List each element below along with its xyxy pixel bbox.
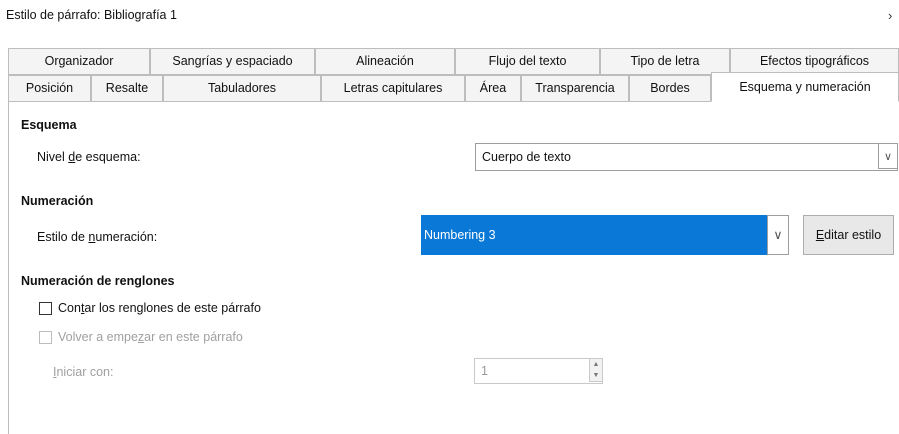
tab-letras-capitulares[interactable]: Letras capitulares [321,75,465,102]
title-bar: Estilo de párrafo: Bibliografía 1 › [0,0,899,36]
tab-esquema-numeracion[interactable]: Esquema y numeración [711,72,899,102]
start-with-label: Iniciar con: [53,365,114,379]
numbering-heading: Numeración [21,194,94,208]
chevron-down-icon[interactable]: ∨ [767,215,789,255]
outline-level-value: Cuerpo de texto [482,150,571,164]
tab-panel: Esquema Nivel de esquema: Cuerpo de text… [8,101,899,434]
outline-level-dropdown[interactable]: Cuerpo de texto ∨ [475,143,898,171]
numbering-style-value: Numbering 3 [424,228,496,242]
tab-bar: Organizador Sangrías y espaciado Alineac… [8,48,899,102]
spin-arrows-icon[interactable]: ▲ ▼ [589,358,603,382]
tab-organizador[interactable]: Organizador [8,48,150,75]
close-icon[interactable]: › [888,8,892,23]
tab-sangrias[interactable]: Sangrías y espaciado [150,48,315,75]
count-lines-checkbox[interactable] [39,302,52,315]
tab-flujo-texto[interactable]: Flujo del texto [455,48,600,75]
spin-down-icon[interactable]: ▼ [590,371,602,381]
tab-alineacion[interactable]: Alineación [315,48,455,75]
window-title: Estilo de párrafo: Bibliografía 1 [6,8,177,22]
restart-numbering-label: Volver a empezar en este párrafo [58,330,243,344]
start-with-value: 1 [481,364,488,378]
tab-transparencia[interactable]: Transparencia [521,75,629,102]
tab-area[interactable]: Área [465,75,521,102]
numbering-style-label: Estilo de numeración: [37,230,158,244]
restart-numbering-checkbox[interactable] [39,331,52,344]
tab-efectos[interactable]: Efectos tipográficos [730,48,899,75]
spin-up-icon[interactable]: ▲ [590,360,602,370]
edit-style-button[interactable]: Editar estilo [803,215,894,255]
outline-level-label: Nivel de esquema: [37,150,141,164]
numbering-style-dropdown[interactable]: Numbering 3 [421,215,775,255]
count-lines-label[interactable]: Contar los renglones de este párrafo [58,301,261,315]
tab-bordes[interactable]: Bordes [629,75,711,102]
line-numbering-heading: Numeración de renglones [21,274,175,288]
tab-resalte[interactable]: Resalte [91,75,163,102]
tab-posicion[interactable]: Posición [8,75,91,102]
chevron-down-icon[interactable]: ∨ [878,143,898,169]
outline-heading: Esquema [21,118,77,132]
start-with-spinbox[interactable]: 1 ▲ ▼ [474,358,603,384]
tab-tipo-letra[interactable]: Tipo de letra [600,48,730,75]
tab-tabuladores[interactable]: Tabuladores [163,75,321,102]
